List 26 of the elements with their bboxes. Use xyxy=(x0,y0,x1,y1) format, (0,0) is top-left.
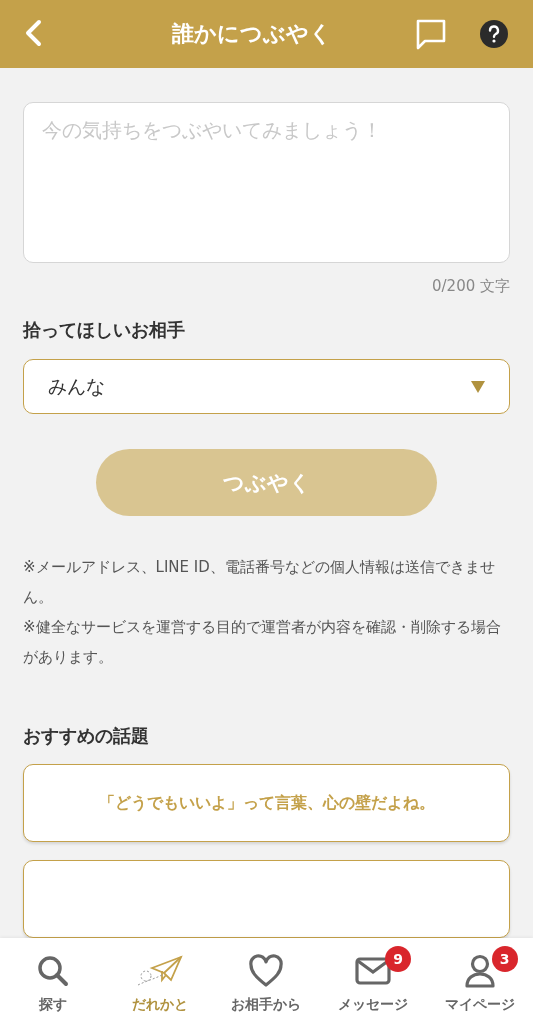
recipient-label: 拾ってほしいお相手 xyxy=(23,318,186,343)
help-button[interactable] xyxy=(479,19,509,49)
paper-plane-icon xyxy=(135,954,184,988)
tab-item[interactable]: マイページ 3 xyxy=(426,938,533,1024)
tab-item[interactable]: メッセージ 9 xyxy=(319,938,427,1024)
recipient-dropdown[interactable]: みんな xyxy=(23,359,510,415)
count-badge: 9 xyxy=(385,946,412,972)
tab-item[interactable]: だれかと xyxy=(106,938,214,1024)
chat-button[interactable] xyxy=(415,18,447,50)
notice-text: ※メールアドレス、LINE ID、電話番号などの個人情報は送信できません。 xyxy=(23,557,496,608)
notice-text: ※健全なサービスを運営する目的で運営者が内容を確認・削除する場合があります。 xyxy=(23,617,502,668)
speech-bubble-icon xyxy=(415,18,447,50)
character-counter: 0/200 文字 xyxy=(432,277,510,297)
heart-icon xyxy=(248,954,285,988)
back-icon xyxy=(23,18,43,47)
envelope-icon xyxy=(355,956,392,986)
topic-card[interactable] xyxy=(23,860,510,938)
tab-item[interactable]: 探す xyxy=(0,938,107,1024)
search-icon xyxy=(36,954,71,988)
section-heading: おすすめの話題 xyxy=(23,724,150,748)
help-icon xyxy=(479,19,509,49)
page-title: 誰かにつぶやく xyxy=(170,20,333,48)
dropdown-arrow-icon xyxy=(471,380,485,393)
count-badge: 3 xyxy=(491,946,518,972)
tab-item[interactable]: お相手から xyxy=(213,938,320,1024)
person-icon xyxy=(463,954,496,988)
